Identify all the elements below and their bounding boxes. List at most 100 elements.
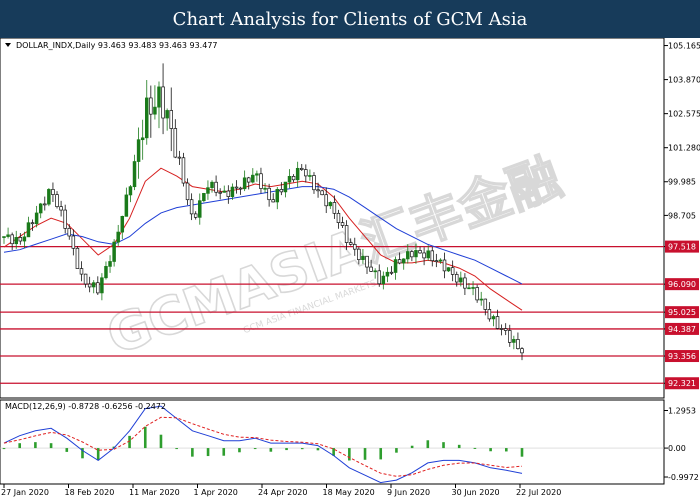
candle-body — [450, 267, 455, 275]
banner-title: Chart Analysis for Clients of GCM Asia — [172, 8, 528, 30]
time-axis: 27 Jan 2020 18 Feb 2020 11 Mar 2020 1 Apr 2… — [1, 484, 561, 497]
price-tick-label: 101.280 — [668, 144, 700, 153]
candle-body — [410, 251, 414, 258]
candle-body — [161, 86, 165, 119]
candle-body — [304, 169, 308, 177]
candle-body — [14, 237, 18, 245]
trading-chart[interactable]: GCMASIA汇丰金融 GCM ASIA FINANCIAL MARKETS 1… — [0, 37, 700, 500]
time-tick-label: 18 May 2020 — [323, 488, 375, 497]
macd-histogram-bar — [2, 448, 6, 450]
candle-body — [177, 156, 182, 159]
candle-body — [479, 298, 483, 301]
candle-body — [51, 189, 55, 195]
candle-body — [120, 216, 125, 233]
macd-histogram-bar — [363, 448, 367, 460]
price-pane[interactable] — [0, 37, 665, 399]
macd-histogram-bar — [410, 445, 414, 449]
price-tick-label: 97.518 — [668, 243, 696, 252]
candle-body — [83, 273, 88, 285]
candle-body — [463, 277, 467, 289]
candle-body — [132, 161, 137, 188]
candle-body — [430, 250, 435, 262]
candle-body — [124, 194, 129, 217]
candle-body — [59, 206, 63, 211]
candle-body — [361, 255, 365, 260]
macd-histogram-bar — [18, 443, 21, 449]
candle-body — [471, 287, 475, 289]
candle-body — [149, 97, 153, 115]
candle-body — [340, 222, 345, 226]
candle-body — [193, 213, 198, 218]
candle-body — [365, 255, 369, 268]
candle-body — [185, 182, 190, 201]
candle-body — [108, 261, 112, 267]
candle-body — [475, 287, 479, 301]
candle-body — [459, 277, 463, 283]
candle-body — [116, 231, 120, 243]
candle-body — [438, 259, 443, 262]
candle-body — [381, 275, 386, 285]
candle-body — [136, 139, 141, 162]
candle-body — [491, 316, 496, 320]
candle-body — [47, 189, 51, 205]
candle-body — [43, 203, 47, 206]
candle-body — [128, 186, 133, 196]
candle-body — [291, 176, 296, 181]
candle-body — [100, 277, 104, 294]
time-tick-label: 9 Jun 2020 — [387, 488, 430, 497]
macd-histogram-bar — [300, 448, 304, 450]
price-tick-label: 98.705 — [668, 211, 696, 220]
candle-body — [198, 200, 202, 218]
candle-body — [369, 266, 373, 272]
candle-body — [357, 248, 361, 260]
candle-body — [242, 177, 247, 190]
candle-body — [218, 191, 222, 194]
candle-body — [483, 298, 488, 310]
time-tick-label: 11 Mar 2020 — [129, 488, 180, 497]
candle-body — [157, 86, 161, 108]
candle-body — [414, 250, 418, 258]
candle-body — [454, 274, 459, 283]
candle-body — [397, 259, 402, 264]
price-tick-label: 96.090 — [668, 280, 696, 289]
candle-body — [434, 260, 439, 263]
chart-canvas[interactable]: GCMASIA汇丰金融 GCM ASIA FINANCIAL MARKETS 1… — [0, 37, 700, 500]
macd-tick-label: 0.00 — [668, 444, 686, 453]
candle-body — [153, 106, 157, 115]
candle-body — [30, 222, 35, 225]
candle-body — [71, 235, 76, 249]
price-axis: 105.165 103.870 102.575 101.280 99.985 98.705… — [664, 42, 700, 390]
candle-body — [495, 316, 500, 329]
candle-body — [91, 282, 96, 288]
candle-body — [104, 266, 108, 279]
candle-body — [320, 190, 324, 196]
candle-body — [259, 173, 263, 189]
macd-histogram-bar — [269, 448, 273, 452]
candle-body — [22, 236, 27, 242]
macd-pane[interactable] — [0, 399, 665, 485]
candle-body — [328, 202, 333, 207]
macd-histogram-bar — [175, 448, 178, 450]
macd-histogram-bar — [457, 444, 461, 449]
candle-body — [308, 175, 312, 177]
time-tick-label: 22 Jul 2020 — [516, 488, 561, 497]
macd-histogram-bar — [238, 448, 241, 453]
candle-body — [189, 199, 194, 215]
macd-histogram-bar — [316, 448, 320, 451]
candle-body — [55, 194, 59, 208]
candle-body — [279, 189, 284, 193]
candle-body — [96, 282, 100, 294]
time-tick-label: 30 Jun 2020 — [452, 488, 500, 497]
candle-body — [210, 181, 214, 189]
candle-body — [393, 259, 398, 273]
candle-body — [312, 175, 316, 191]
candle-body — [181, 157, 186, 184]
candle-body — [516, 339, 520, 350]
candle-body — [226, 190, 231, 197]
candle-body — [442, 259, 447, 272]
candle-body — [222, 190, 227, 193]
macd-histogram-bar — [473, 447, 477, 449]
time-tick-label: 24 Apr 2020 — [258, 488, 307, 497]
candle-body — [295, 167, 300, 181]
candle-body — [503, 328, 508, 331]
